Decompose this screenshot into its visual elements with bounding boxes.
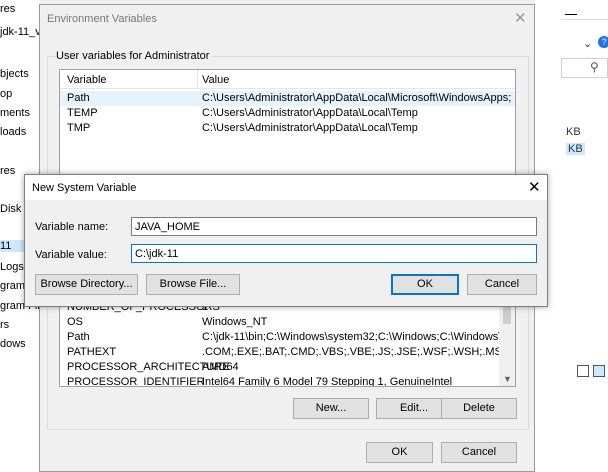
column-divider[interactable] [197,70,198,89]
variable-value-label: Variable value: [35,249,107,261]
details-view-icon[interactable] [577,365,589,377]
variable-value: C:\Users\Administrator\AppData\Local\Tem… [202,122,418,134]
list-item[interactable]: Path C:\Users\Administrator\AppData\Loca… [60,91,515,106]
nav-item[interactable]: res [0,3,15,15]
ok-button[interactable]: OK [366,442,433,463]
search-box[interactable] [561,58,608,78]
nav-item[interactable]: bjects [0,68,29,80]
variable-value: C:\jdk-11\bin;C:\Windows\system32;C:\Win… [202,331,516,343]
list-item[interactable]: TMP C:\Users\Administrator\AppData\Local… [60,121,515,136]
close-icon[interactable]: ✕ [528,178,541,196]
window-title-bar [561,0,608,20]
variable-name-field[interactable] [131,217,537,236]
browse-directory-button[interactable]: Browse Directory... [35,274,138,295]
user-variables-label: User variables for Administrator [56,50,212,62]
delete-variable-button[interactable]: Delete [441,398,517,419]
system-variables-list[interactable]: NUMBER_OF_PROCESSORS 1 OS Windows_NT Pat… [59,301,516,387]
nav-item[interactable]: Logs [0,261,24,273]
variable-value: AMD64 [202,361,239,373]
scrollbar-thumb[interactable] [503,304,511,324]
new-variable-button[interactable]: New... [293,398,369,419]
nav-item[interactable]: res [0,165,15,177]
variable-value: Intel64 Family 6 Model 79 Stepping 1, Ge… [202,376,453,387]
variable-name: Path [67,92,90,104]
cancel-button[interactable]: Cancel [467,274,537,295]
variable-value-field[interactable] [131,244,537,263]
variable-value: C:\Users\Administrator\AppData\Local\Tem… [202,107,418,119]
user-variables-list[interactable]: Variable Value Path C:\Users\Administrat… [59,69,516,184]
variable-name: TEMP [67,107,98,119]
list-item[interactable]: OS Windows_NT [60,315,515,330]
new-system-variable-dialog: New System Variable ✕ Variable name: Var… [24,174,548,307]
ok-button[interactable]: OK [391,274,459,295]
chevron-down-icon[interactable]: ⌄ [583,37,592,50]
help-icon[interactable]: ? [598,36,608,48]
variable-value: C:\Users\Administrator\AppData\Local\Mic… [202,92,512,104]
nav-item[interactable]: jdk-11_v [0,26,41,38]
file-size: KB [566,126,581,138]
column-header-variable[interactable]: Variable [67,74,107,86]
vertical-scrollbar[interactable]: ▼ [499,302,515,386]
variable-name: OS [67,316,83,328]
variable-name: PATHEXT [67,346,117,358]
variable-name: Path [67,331,90,343]
variable-name: TMP [67,122,91,134]
list-header: Variable Value [60,70,515,89]
close-icon[interactable]: ✕ [514,9,527,27]
column-header-value[interactable]: Value [202,74,229,86]
nav-item[interactable]: dows [0,338,26,350]
variable-name: PROCESSOR_IDENTIFIER [67,376,205,387]
list-item[interactable]: Path C:\jdk-11\bin;C:\Windows\system32;C… [60,330,515,345]
variable-name-label: Variable name: [35,221,109,233]
dialog-title: Environment Variables [47,13,157,25]
variable-value: .COM;.EXE;.BAT;.CMD;.VBS;.VBE;.JS;.JSE;.… [202,346,510,358]
nav-item[interactable]: op [0,88,12,100]
browse-file-button[interactable]: Browse File... [146,274,240,295]
dialog-title: New System Variable [32,182,137,194]
cancel-button[interactable]: Cancel [441,442,517,463]
file-size: KB [566,143,585,155]
minimize-icon[interactable] [565,14,577,15]
variable-value: Windows_NT [202,316,268,328]
search-icon: ⚲ [590,60,599,74]
nav-item[interactable]: ments [0,107,30,119]
list-item[interactable]: PROCESSOR_IDENTIFIER Intel64 Family 6 Mo… [60,375,515,387]
nav-item[interactable]: loads [0,126,26,138]
scroll-down-icon[interactable]: ▼ [503,374,512,384]
list-item[interactable]: PROCESSOR_ARCHITECTURE AMD64 [60,360,515,375]
nav-item[interactable]: rs [0,319,9,331]
list-item[interactable]: PATHEXT .COM;.EXE;.BAT;.CMD;.VBS;.VBE;.J… [60,345,515,360]
large-icons-view-icon[interactable] [593,365,605,377]
list-item[interactable]: TEMP C:\Users\Administrator\AppData\Loca… [60,106,515,121]
